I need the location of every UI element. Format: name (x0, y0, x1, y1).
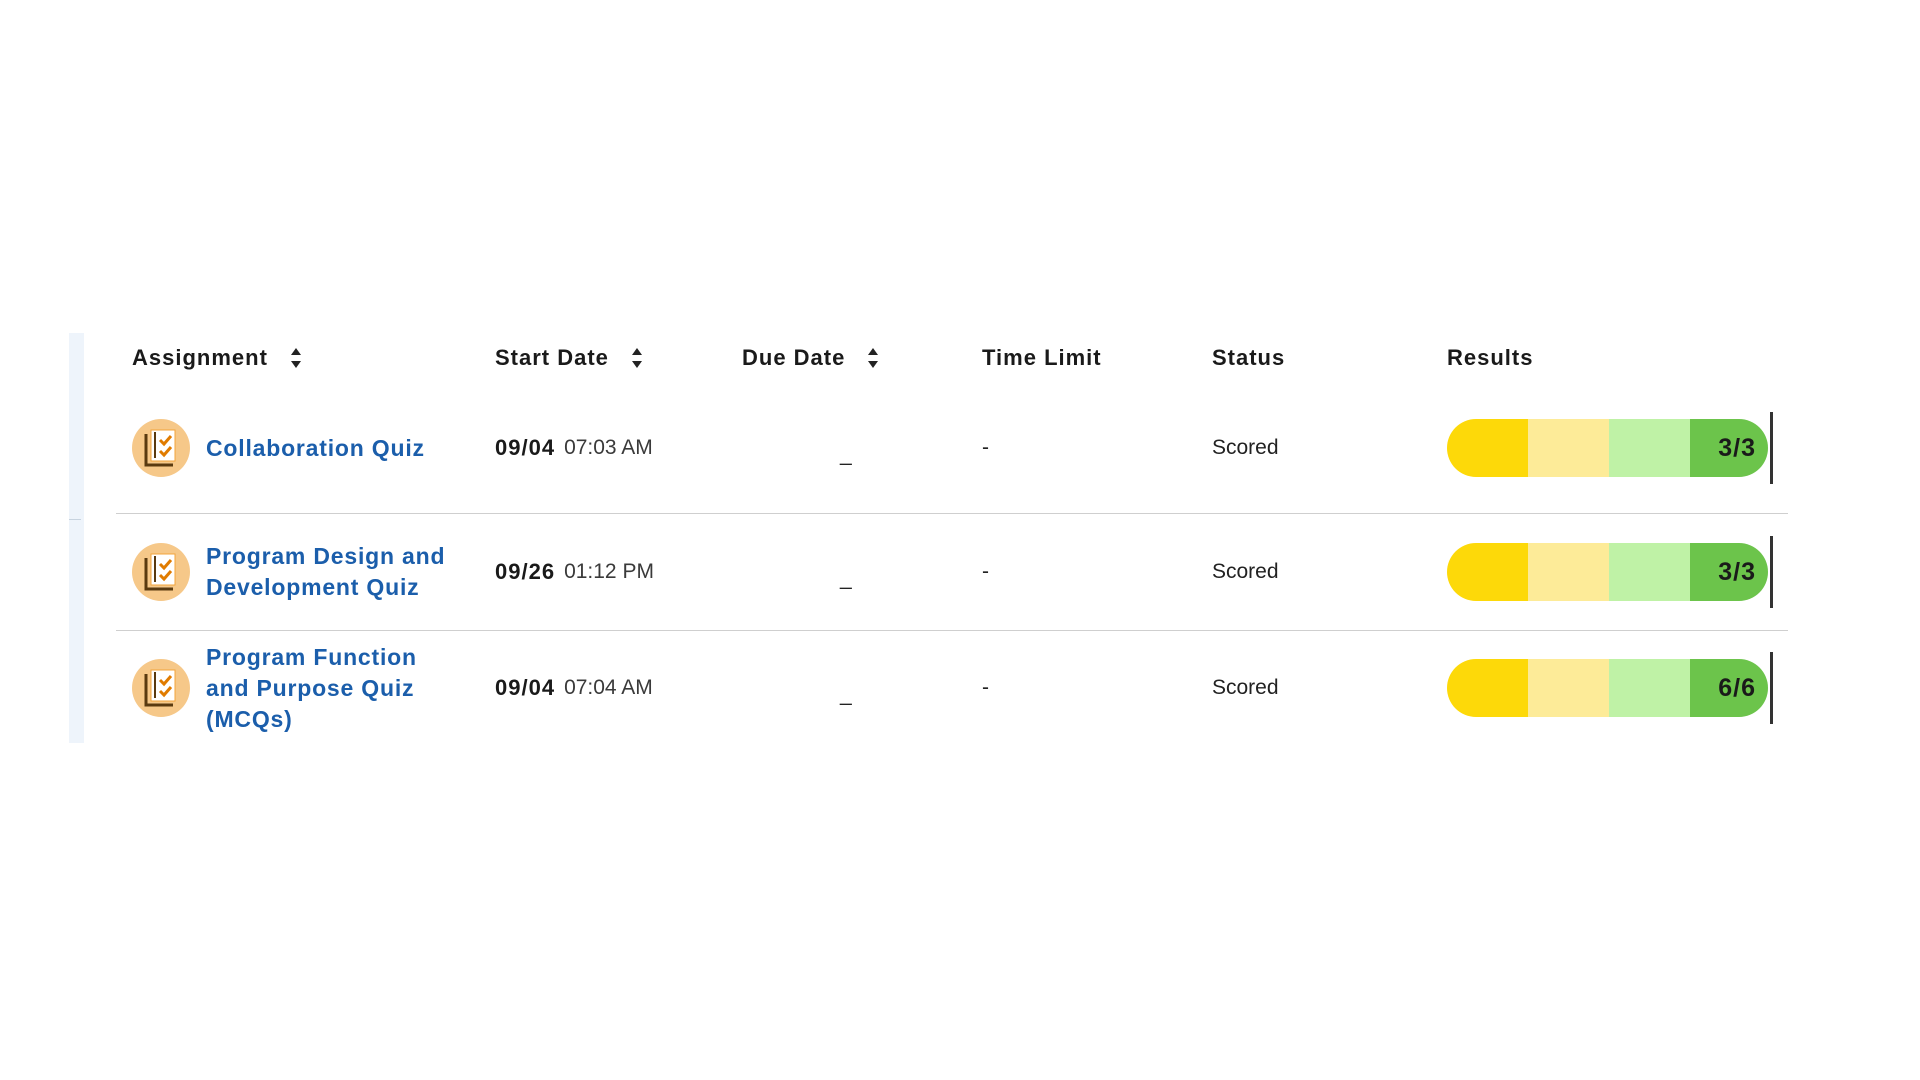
start-date: 09/26 (495, 559, 556, 584)
time-limit-value: - (982, 560, 989, 583)
start-time: 07:03 AM (564, 436, 653, 459)
results-segment (1447, 419, 1528, 477)
sidebar-divider (69, 519, 81, 520)
page: Assignment Start Date Due Date Time Limi… (0, 0, 1920, 1080)
start-date-cell: 09/04 07:03 AM (495, 383, 653, 513)
due-date-value: _ (840, 443, 852, 466)
header-results-label: Results (1447, 345, 1534, 370)
results-cell: 3/3 (1447, 514, 1773, 630)
assignment-link[interactable]: Collaboration Quiz (206, 433, 456, 464)
time-limit-value: - (982, 676, 989, 699)
header-time-limit: Time Limit (982, 345, 1102, 371)
start-date-cell: 09/04 07:04 AM (495, 631, 653, 745)
quiz-checklist-icon (132, 419, 190, 477)
quiz-checklist-icon (132, 659, 190, 717)
header-due-date[interactable]: Due Date (742, 345, 879, 371)
due-date-cell: _ (840, 383, 852, 513)
time-limit-cell: - (982, 631, 989, 745)
header-start-date[interactable]: Start Date (495, 345, 643, 371)
assignment-cell: Collaboration Quiz (132, 383, 456, 513)
header-start-date-label: Start Date (495, 345, 609, 370)
due-date-cell: _ (840, 631, 852, 745)
results-cell: 3/3 (1447, 383, 1773, 513)
assignment-cell: Program Design and Development Quiz (132, 514, 456, 630)
sidebar-strip (69, 333, 84, 743)
results-segment (1528, 543, 1609, 601)
results-segment (1447, 543, 1528, 601)
results-segment (1447, 659, 1528, 717)
quiz-checklist-icon (132, 543, 190, 601)
results-segment (1528, 659, 1609, 717)
header-time-limit-label: Time Limit (982, 345, 1102, 370)
status-value: Scored (1212, 560, 1279, 583)
results-score: 6/6 (1690, 659, 1768, 717)
results-bar-cap (1770, 652, 1773, 724)
header-assignment[interactable]: Assignment (132, 345, 302, 371)
start-date-cell: 09/26 01:12 PM (495, 514, 654, 630)
header-assignment-label: Assignment (132, 345, 268, 370)
assignment-link[interactable]: Program Design and Development Quiz (206, 541, 456, 603)
results-bar-cap (1770, 412, 1773, 484)
header-status-label: Status (1212, 345, 1286, 370)
header-status: Status (1212, 345, 1285, 371)
results-cell: 6/6 (1447, 631, 1773, 745)
results-bar-cap (1770, 536, 1773, 608)
due-date-value: _ (840, 683, 852, 706)
start-time: 07:04 AM (564, 676, 653, 699)
start-time: 01:12 PM (564, 560, 654, 583)
results-segment (1609, 419, 1690, 477)
results-score: 3/3 (1690, 419, 1768, 477)
status-cell: Scored (1212, 631, 1279, 745)
sort-icon[interactable] (631, 347, 643, 369)
status-cell: Scored (1212, 514, 1279, 630)
results-bar[interactable]: 6/6 (1447, 659, 1768, 717)
status-cell: Scored (1212, 383, 1279, 513)
results-segment (1609, 543, 1690, 601)
results-segment (1528, 419, 1609, 477)
status-value: Scored (1212, 676, 1279, 699)
results-score: 3/3 (1690, 543, 1768, 601)
header-results: Results (1447, 345, 1533, 371)
assignments-table: Assignment Start Date Due Date Time Limi… (116, 333, 1788, 745)
due-date-cell: _ (840, 514, 852, 630)
assignment-cell: Program Function and Purpose Quiz (MCQs) (132, 631, 456, 745)
assignment-link[interactable]: Program Function and Purpose Quiz (MCQs) (206, 642, 456, 735)
time-limit-value: - (982, 436, 989, 459)
sort-icon[interactable] (290, 347, 302, 369)
time-limit-cell: - (982, 514, 989, 630)
time-limit-cell: - (982, 383, 989, 513)
table-row: Program Design and Development Quiz 09/2… (116, 514, 1788, 631)
sort-icon[interactable] (867, 347, 879, 369)
due-date-value: _ (840, 567, 852, 590)
table-row: Program Function and Purpose Quiz (MCQs)… (116, 631, 1788, 745)
start-date: 09/04 (495, 435, 556, 460)
table-header: Assignment Start Date Due Date Time Limi… (116, 333, 1788, 383)
results-segment (1609, 659, 1690, 717)
results-bar[interactable]: 3/3 (1447, 543, 1768, 601)
results-bar[interactable]: 3/3 (1447, 419, 1768, 477)
table-row: Collaboration Quiz 09/04 07:03 AM _ - Sc… (116, 383, 1788, 514)
header-due-date-label: Due Date (742, 345, 846, 370)
status-value: Scored (1212, 436, 1279, 459)
start-date: 09/04 (495, 675, 556, 700)
